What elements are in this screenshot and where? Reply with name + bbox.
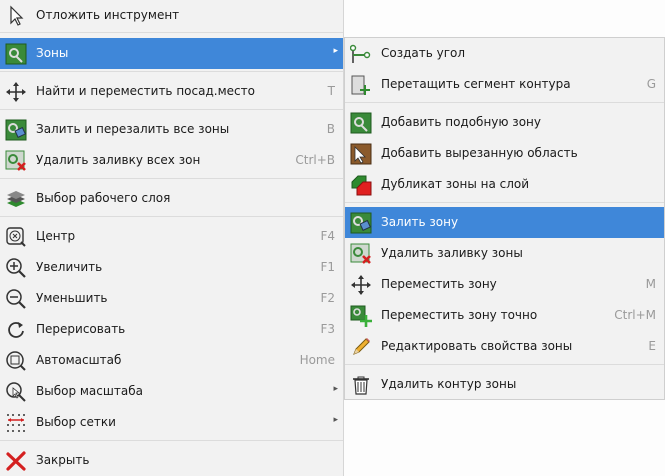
menu-item-zoom-out[interactable]: Уменьшить F2: [0, 283, 343, 314]
submenu-item-delete-zone-outline[interactable]: Удалить контур зоны: [345, 369, 664, 400]
add-similar-zone-icon: [350, 112, 372, 134]
separator: [0, 32, 343, 33]
layers-icon: [5, 188, 27, 210]
submenu-item-duplicate-zone[interactable]: Дубликат зоны на слой: [345, 169, 664, 200]
zoom-center-icon: [5, 226, 27, 248]
separator: [0, 216, 343, 217]
submenu-item-unfill-zone[interactable]: Удалить заливку зоны: [345, 238, 664, 269]
separator: [345, 364, 664, 365]
menu-item-put-tool[interactable]: Отложить инструмент: [0, 0, 343, 31]
menu-item-center[interactable]: Центр F4: [0, 221, 343, 252]
menu-item-redraw[interactable]: Перерисовать F3: [0, 314, 343, 345]
zoom-fit-icon: [5, 350, 27, 372]
cursor-arrow-icon: [5, 5, 27, 27]
submenu-item-move-zone-exact[interactable]: Переместить зону точно Ctrl+M: [345, 300, 664, 331]
zones-submenu: Создать угол Перетащить сегмент контура …: [344, 37, 665, 400]
grid-icon: [5, 412, 27, 434]
submenu-item-drag-segment[interactable]: Перетащить сегмент контура G: [345, 69, 664, 100]
move-zone-exact-icon: [350, 305, 372, 327]
menu-item-zoom-in[interactable]: Увеличить F1: [0, 252, 343, 283]
move-arrows-icon: [5, 81, 27, 103]
trash-icon: [350, 374, 372, 396]
fill-zone-icon: [350, 212, 372, 234]
zone-icon: [5, 43, 27, 65]
add-cutout-icon: [350, 143, 372, 165]
fill-zones-icon: [5, 119, 27, 141]
separator: [0, 178, 343, 179]
zoom-in-icon: [5, 257, 27, 279]
duplicate-zone-icon: [350, 174, 372, 196]
submenu-item-move-zone[interactable]: Переместить зону M: [345, 269, 664, 300]
context-menu: Отложить инструмент Зоны ▸ Найти и перем…: [0, 0, 344, 476]
chevron-right-icon: ▸: [333, 415, 338, 425]
drag-segment-icon: [350, 74, 372, 96]
menu-item-select-layer[interactable]: Выбор рабочего слоя: [0, 183, 343, 214]
separator: [345, 102, 664, 103]
zoom-select-icon: [5, 381, 27, 403]
menu-item-fill-all-zones[interactable]: Залить и перезалить все зоны B: [0, 114, 343, 145]
menu-item-zoom-select[interactable]: Выбор масштаба ▸: [0, 376, 343, 407]
submenu-item-fill-zone[interactable]: Залить зону: [345, 207, 664, 238]
menu-item-find-move-footprint[interactable]: Найти и переместить посад.место T: [0, 76, 343, 107]
unfill-zone-icon: [350, 243, 372, 265]
move-zone-icon: [350, 274, 372, 296]
chevron-right-icon: ▸: [333, 46, 338, 56]
separator: [0, 109, 343, 110]
submenu-item-add-similar-zone[interactable]: Добавить подобную зону: [345, 107, 664, 138]
unfill-zones-icon: [5, 150, 27, 172]
submenu-item-create-corner[interactable]: Создать угол: [345, 38, 664, 69]
create-corner-icon: [350, 43, 372, 65]
separator: [0, 71, 343, 72]
redraw-icon: [5, 319, 27, 341]
separator: [345, 202, 664, 203]
edit-pencil-icon: [350, 336, 372, 358]
separator: [0, 440, 343, 441]
submenu-item-add-cutout[interactable]: Добавить вырезанную область: [345, 138, 664, 169]
chevron-right-icon: ▸: [333, 384, 338, 394]
menu-item-grid-select[interactable]: Выбор сетки ▸: [0, 407, 343, 438]
menu-item-unfill-all-zones[interactable]: Удалить заливку всех зон Ctrl+B: [0, 145, 343, 176]
menu-item-zoom-fit[interactable]: Автомасштаб Home: [0, 345, 343, 376]
zoom-out-icon: [5, 288, 27, 310]
menu-item-zones[interactable]: Зоны ▸: [0, 38, 343, 69]
close-icon: [5, 450, 27, 472]
menu-item-close[interactable]: Закрыть: [0, 445, 343, 476]
submenu-item-edit-zone-properties[interactable]: Редактировать свойства зоны E: [345, 331, 664, 362]
